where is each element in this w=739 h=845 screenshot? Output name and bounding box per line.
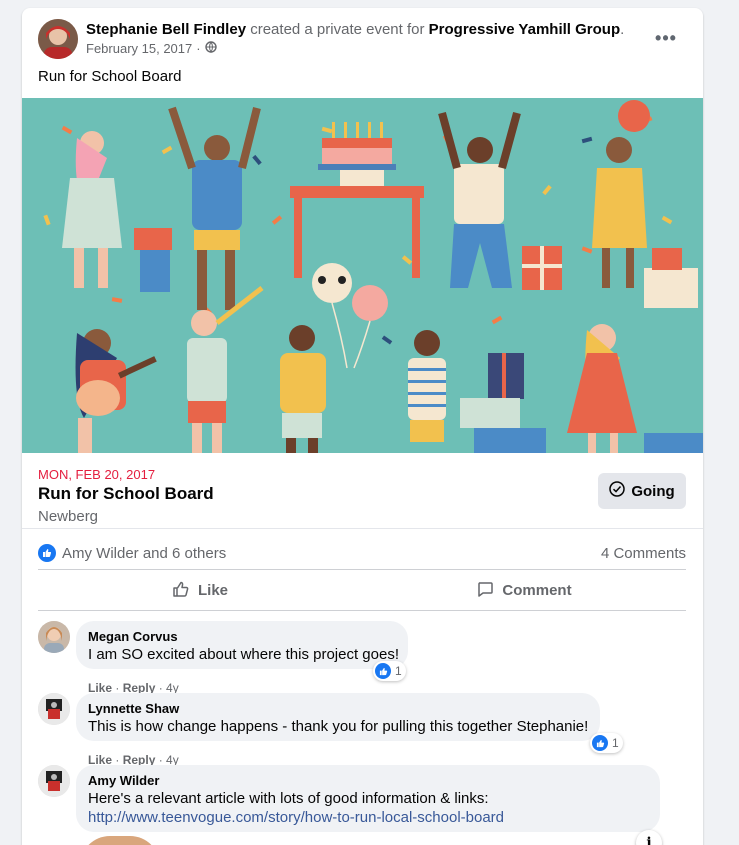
like-button[interactable]: Like <box>38 571 362 610</box>
event-cover-image[interactable] <box>22 98 703 453</box>
commenter-name-link[interactable]: Lynnette Shaw <box>88 701 588 717</box>
comment-text: I am SO excited about where this project… <box>88 646 399 663</box>
thumbs-up-icon <box>172 580 190 602</box>
more-options-button[interactable]: ••• <box>648 24 684 52</box>
like-reaction-icon <box>592 735 608 751</box>
commenter-name-link[interactable]: Megan Corvus <box>88 629 396 645</box>
comment-bubble: Lynnette Shaw This is how change happens… <box>76 693 600 741</box>
info-icon[interactable]: i <box>636 830 662 845</box>
check-circle-icon <box>609 481 626 501</box>
comments-count-link[interactable]: 4 Comments <box>601 545 686 562</box>
post-header: Stephanie Bell Findley created a private… <box>22 8 703 68</box>
comment-bubble: Megan Corvus I am SO excited about where… <box>76 621 408 669</box>
like-reaction-icon <box>38 544 56 562</box>
comment-button[interactable]: Comment <box>362 571 686 610</box>
comment-reactions[interactable]: 1 <box>590 733 623 753</box>
comment-article-link[interactable]: http://www.teenvogue.com/story/how-to-ru… <box>88 808 648 827</box>
comment-reactions[interactable]: 1 <box>373 661 406 681</box>
comment-label: Comment <box>502 582 572 599</box>
like-label: Like <box>197 582 228 599</box>
commenter-avatar[interactable] <box>38 621 70 653</box>
reaction-count: 1 <box>612 736 619 750</box>
commenter-avatar[interactable] <box>38 693 70 725</box>
commenter-name-link[interactable]: Amy Wilder <box>88 773 648 789</box>
event-date: MON, FEB 20, 2017 <box>38 467 156 482</box>
comment-bubble: Amy Wilder Here's a relevant article wit… <box>76 765 660 832</box>
likers-summary[interactable]: Amy Wilder and 6 others <box>38 544 226 562</box>
post-action-text: created a private event for <box>250 21 425 38</box>
author-name-link[interactable]: Stephanie Bell Findley <box>86 21 246 38</box>
reaction-count: 1 <box>395 664 402 678</box>
going-button[interactable]: Going <box>598 473 686 509</box>
event-info-section: MON, FEB 20, 2017 Run for School Board N… <box>22 453 703 529</box>
comment-text: Here's a relevant article with lots of g… <box>88 790 489 807</box>
post-meta: February 15, 2017 · <box>86 41 217 56</box>
post-date-link[interactable]: February 15, 2017 <box>86 41 192 56</box>
reaction-stats: Amy Wilder and 6 others 4 Comments <box>38 537 686 570</box>
author-avatar[interactable] <box>38 19 78 59</box>
comment-text: This is how change happens - thank you f… <box>88 718 589 735</box>
commenter-avatar[interactable] <box>38 765 70 797</box>
going-label: Going <box>631 482 675 500</box>
post-actions: Like Comment <box>38 571 686 611</box>
link-preview-image[interactable] <box>80 836 160 845</box>
likers-text: Amy Wilder and 6 others <box>62 544 227 562</box>
comment-icon <box>476 580 494 602</box>
event-location: Newberg <box>38 508 99 525</box>
globe-icon <box>204 41 217 56</box>
like-reaction-icon <box>375 663 391 679</box>
post-text: Run for School Board <box>38 68 182 85</box>
post-headline: Stephanie Bell Findley created a private… <box>86 21 625 38</box>
post-card: Stephanie Bell Findley created a private… <box>22 8 703 845</box>
group-name-link[interactable]: Progressive Yamhill Group <box>429 21 620 38</box>
event-title-link[interactable]: Run for School Board <box>38 484 214 504</box>
